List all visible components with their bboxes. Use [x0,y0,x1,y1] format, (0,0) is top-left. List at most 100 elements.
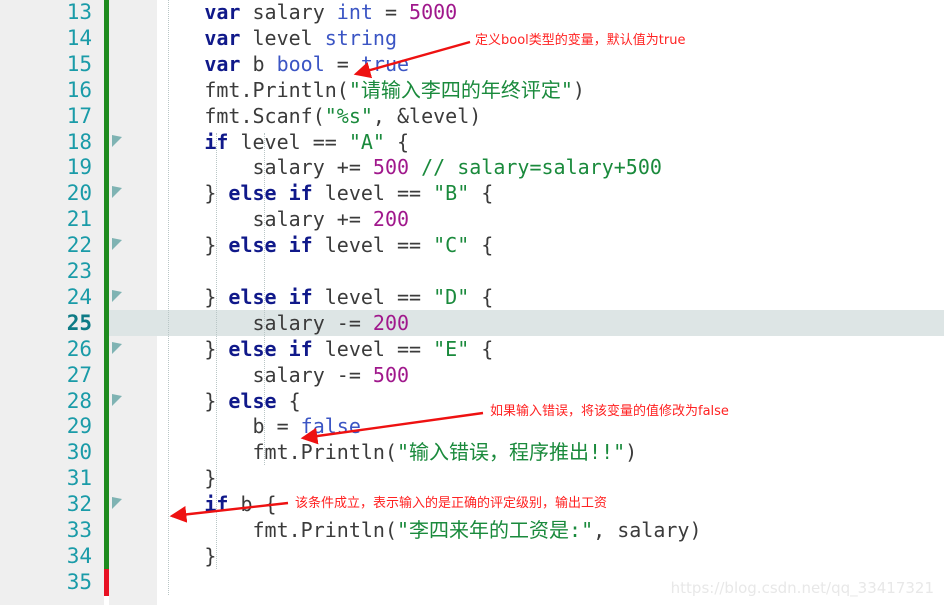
line-number[interactable]: 15 [0,51,92,77]
code-token-str: "请输入李四的年终评定" [348,77,573,102]
line-number[interactable]: 27 [0,362,92,388]
line-number[interactable]: 26 [0,336,92,362]
line-number[interactable]: 28 [0,388,92,414]
code-line-row[interactable]: 28 } else { [0,388,944,414]
line-number[interactable]: 20 [0,180,92,206]
code-line-text[interactable]: var level string [108,25,397,51]
code-line-text[interactable]: if b { [108,491,276,517]
code-token-id: level == [228,129,349,154]
vcs-modified-bar [104,128,109,156]
code-line-row[interactable]: 18 if level == "A" { [0,129,944,155]
code-line-row[interactable]: 19 salary += 500 // salary=salary+500 [0,154,944,180]
line-number[interactable]: 30 [0,439,92,465]
code-line-row[interactable]: 26 } else if level == "E" { [0,336,944,362]
indent-guide-1 [216,133,217,569]
code-token-pun [108,233,204,257]
code-line-row[interactable]: 21 salary += 200 [0,206,944,232]
code-token-kw: else if [228,336,313,361]
code-line-row[interactable]: 27 salary -= 500 [0,362,944,388]
code-line-row[interactable]: 31 } [0,465,944,491]
fold-toggle-icon[interactable] [112,497,122,510]
line-number[interactable]: 21 [0,206,92,232]
code-token-id: fmt.Scanf( [204,103,325,128]
indent-guide-0 [168,0,169,595]
code-line-row[interactable]: 25 salary -= 200 [0,309,944,336]
line-number[interactable]: 25 [0,310,92,336]
fold-toggle-icon[interactable] [112,186,122,199]
line-number[interactable]: 17 [0,103,92,129]
line-number[interactable]: 24 [0,284,92,310]
code-token-cmt: // salary=salary+500 [421,155,662,180]
code-token-id: salary -= [252,362,373,387]
annot-condition-true: 该条件成立，表示输入的是正确的评定级别，输出工资 [295,496,608,511]
code-token-pun: { [469,284,494,309]
line-number[interactable]: 29 [0,413,92,439]
fold-toggle-icon[interactable] [112,238,122,251]
code-line-row[interactable]: 17 fmt.Scanf("%s", &level) [0,103,944,129]
code-line-text[interactable]: if level == "A" { [108,129,409,155]
code-line-row[interactable]: 13 var salary int = 5000 [0,0,944,25]
fold-toggle-icon[interactable] [112,393,122,406]
code-line-row[interactable]: 14 var level string [0,25,944,51]
code-token-pun [108,52,204,76]
line-number[interactable]: 23 [0,258,92,284]
code-line-text[interactable]: } [108,465,216,491]
code-line-text[interactable]: } else if level == "D" { [108,284,493,310]
code-token-id: level [240,25,325,50]
code-line-row[interactable]: 16 fmt.Println("请输入李四的年终评定") [0,77,944,103]
line-number[interactable]: 35 [0,569,92,595]
code-line-text[interactable]: var salary int = 5000 [108,0,457,25]
code-line-text[interactable]: } else { [108,388,301,414]
line-number[interactable]: 19 [0,154,92,180]
line-number[interactable]: 22 [0,232,92,258]
code-line-row[interactable]: 23 [0,258,944,284]
code-line-text[interactable]: salary -= 200 [108,310,410,336]
line-number[interactable]: 18 [0,129,92,155]
code-line-row[interactable]: 30 fmt.Println("输入错误，程序推出!!") [0,439,944,465]
code-line-text[interactable]: } else if level == "B" { [108,180,493,206]
code-token-kw: else if [228,181,313,206]
fold-toggle-icon[interactable] [112,341,122,354]
line-number[interactable]: 33 [0,517,92,543]
code-line-text[interactable]: fmt.Println("输入错误，程序推出!!") [108,439,638,465]
code-line-row[interactable]: 20 } else if level == "B" { [0,180,944,206]
line-number[interactable]: 32 [0,491,92,517]
code-line-row[interactable]: 22 } else if level == "C" { [0,232,944,258]
vcs-modified-bar [104,232,109,259]
code-token-pun [108,0,204,24]
code-token-pun [409,155,421,179]
code-token-id: level == [312,233,434,258]
code-token-id: fmt.Println( [252,440,398,465]
line-number[interactable]: 31 [0,465,92,491]
code-line-text[interactable]: } else if level == "E" { [108,336,493,362]
vcs-modified-bar [104,102,109,130]
code-line-text[interactable]: fmt.Println("李四来年的工资是:", salary) [108,517,702,543]
code-token-pun: ) [625,440,638,465]
code-line-text[interactable]: } [108,543,216,569]
line-number[interactable]: 34 [0,543,92,569]
code-line-text[interactable]: var b bool = true [108,51,409,77]
code-line-row[interactable]: 34 } [0,543,944,569]
code-line-text[interactable]: fmt.Scanf("%s", &level) [108,103,481,129]
code-token-pun: { [276,388,301,413]
code-line-row[interactable]: 29 b = false [0,413,944,439]
code-line-text[interactable]: salary += 500 // salary=salary+500 [108,154,662,180]
code-line-row[interactable]: 33 fmt.Println("李四来年的工资是:", salary) [0,517,944,543]
code-token-num: 5000 [409,0,458,24]
code-line-row[interactable]: 15 var b bool = true [0,51,944,77]
fold-toggle-icon[interactable] [112,289,122,302]
line-number[interactable]: 14 [0,25,92,51]
line-number[interactable]: 16 [0,77,92,103]
code-line-row[interactable]: 24 } else if level == "D" { [0,284,944,310]
vcs-modified-bar [104,361,109,389]
code-line-text[interactable]: } else if level == "C" { [108,232,493,258]
code-editor: 13 var salary int = 5000 14 var level str… [0,0,944,605]
line-number[interactable]: 13 [0,0,92,25]
code-token-kw: else if [228,284,313,309]
code-token-str: "D" [433,284,470,309]
code-line-text[interactable]: salary += 200 [108,206,410,232]
code-line-text[interactable]: salary -= 500 [108,362,410,388]
code-line-text[interactable]: fmt.Println("请输入李四的年终评定") [108,77,585,103]
code-line-text[interactable]: b = false [108,413,361,439]
fold-toggle-icon[interactable] [112,134,122,147]
